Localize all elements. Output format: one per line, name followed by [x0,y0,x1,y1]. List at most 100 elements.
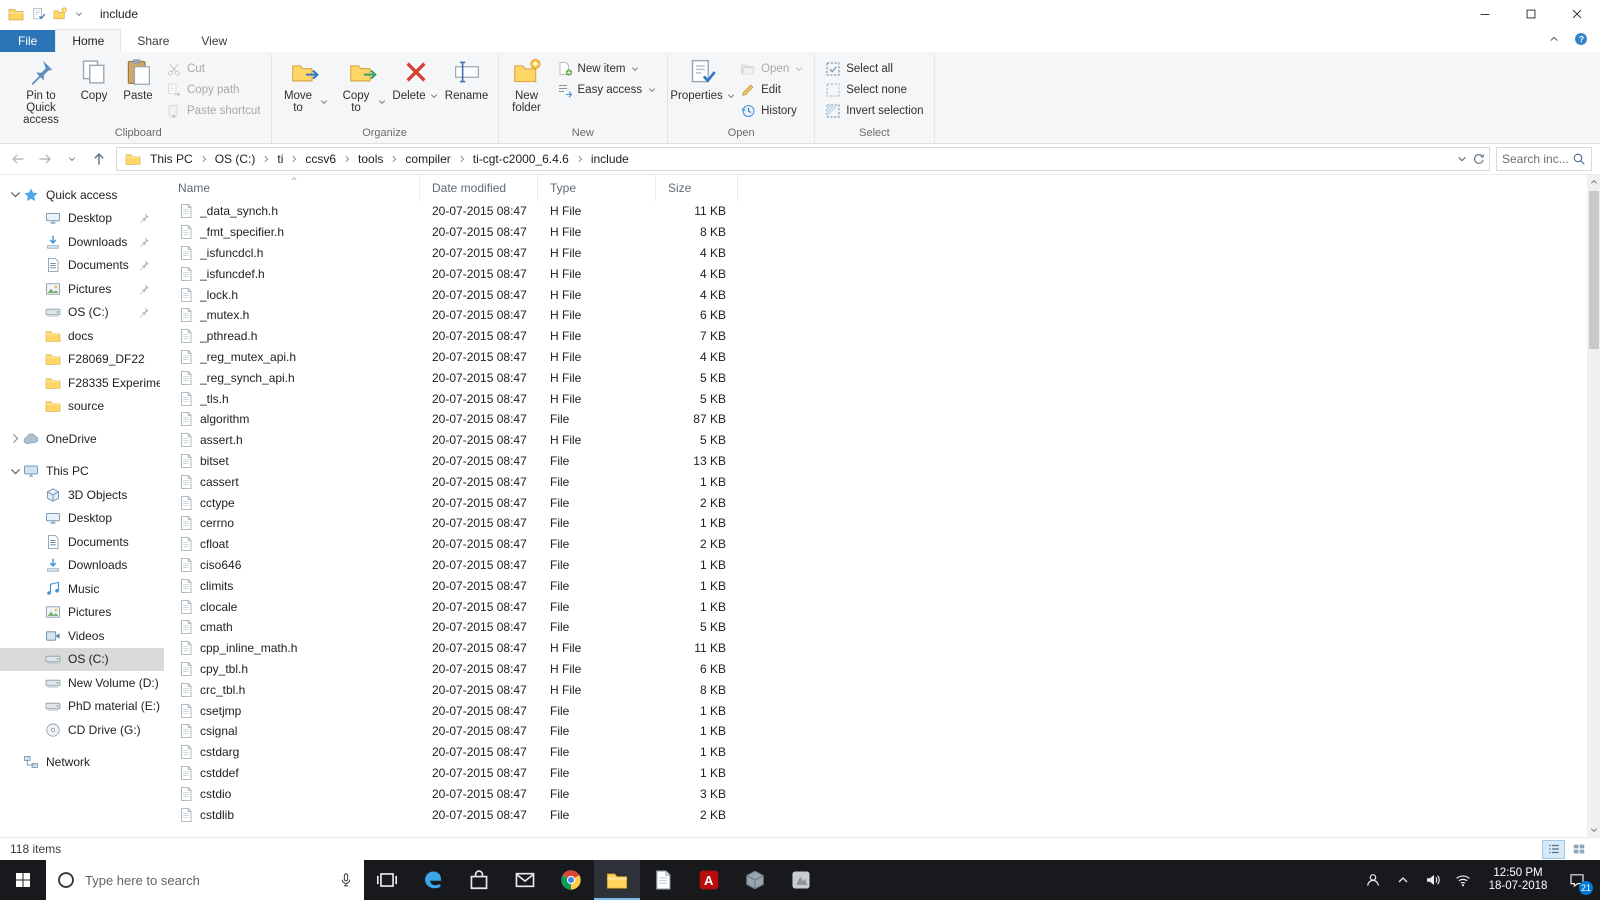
file-row-isfuncdef-h[interactable]: _isfuncdef.h 20-07-2015 08:47 H File 4 KB [168,263,1587,284]
taskbar-app-task-view[interactable] [364,860,410,900]
breadcrumb-item-ccsv6[interactable]: ccsv6 [300,152,341,166]
vertical-scrollbar[interactable] [1587,175,1600,837]
copy-path-button[interactable]: Copy path [160,79,267,100]
sidebar-item-desktop[interactable]: Desktop [0,507,164,531]
sidebar-item-f28335-experimenta[interactable]: F28335 Experimenta [0,371,164,395]
sidebar-item-pictures[interactable]: Pictures [0,277,164,301]
file-row-lock-h[interactable]: _lock.h 20-07-2015 08:47 H File 4 KB [168,284,1587,305]
qat-properties-icon[interactable] [32,7,46,21]
maximize-button[interactable] [1508,0,1554,28]
file-row-mutex-h[interactable]: _mutex.h 20-07-2015 08:47 H File 6 KB [168,305,1587,326]
sidebar-item-os-c[interactable]: OS (C:) [0,301,164,325]
file-row-data-synch-h[interactable]: _data_synch.h 20-07-2015 08:47 H File 11 KB [168,201,1587,222]
file-row-cpp-inline-math-h[interactable]: cpp_inline_math.h 20-07-2015 08:47 H File 1… [168,638,1587,659]
file-row-cstdarg[interactable]: cstdarg 20-07-2015 08:47 File 1 KB [168,742,1587,763]
file-row-tls-h[interactable]: _tls.h 20-07-2015 08:47 H File 5 KB [168,388,1587,409]
taskbar-app-3d-app[interactable] [732,860,778,900]
paste-button[interactable]: Paste [116,54,160,125]
file-row-reg-mutex-api-h[interactable]: _reg_mutex_api.h 20-07-2015 08:47 H File 4 … [168,347,1587,368]
close-button[interactable] [1554,0,1600,28]
sidebar-item-documents[interactable]: Documents [0,530,164,554]
thumbnails-view-button[interactable] [1567,840,1590,859]
file-row-isfuncdcl-h[interactable]: _isfuncdcl.h 20-07-2015 08:47 H File 4 KB [168,243,1587,264]
file-row-clocale[interactable]: clocale 20-07-2015 08:47 File 1 KB [168,596,1587,617]
tab-home[interactable]: Home [55,29,122,52]
pin-to-quick-access-button[interactable]: Pin to Quick access [10,54,72,126]
sidebar-item-f28069-df22[interactable]: F28069_DF22 [0,348,164,372]
breadcrumb-item-ti[interactable]: ti [272,152,288,166]
scrollbar-track[interactable] [1587,189,1600,823]
taskbar-app-chrome[interactable] [548,860,594,900]
chevron-right-icon[interactable] [8,432,23,446]
column-header-type[interactable]: Type [538,175,656,201]
search-input[interactable] [1502,152,1572,166]
sidebar-item-downloads[interactable]: Downloads [0,554,164,578]
sidebar-item-onedrive[interactable]: OneDrive [0,427,164,451]
recent-locations-button[interactable] [58,147,85,171]
up-button[interactable] [85,147,112,171]
file-row-cctype[interactable]: cctype 20-07-2015 08:47 File 2 KB [168,492,1587,513]
file-row-cassert[interactable]: cassert 20-07-2015 08:47 File 1 KB [168,471,1587,492]
file-row-csetjmp[interactable]: csetjmp 20-07-2015 08:47 File 1 KB [168,700,1587,721]
copy-to-button[interactable]: Copy to [334,54,392,125]
sidebar-item-docs[interactable]: docs [0,324,164,348]
select-none-button[interactable]: Select none [819,79,929,100]
edit-button[interactable]: Edit [734,79,810,100]
taskbar-app-file-explorer[interactable] [594,860,640,900]
tray-network-button[interactable] [1448,860,1478,900]
file-row-csignal[interactable]: csignal 20-07-2015 08:47 File 1 KB [168,721,1587,742]
taskbar-app-mail[interactable] [502,860,548,900]
taskbar-app-store[interactable] [456,860,502,900]
history-button[interactable]: History [734,100,810,121]
tray-volume-button[interactable] [1418,860,1448,900]
file-row-fmt-specifier-h[interactable]: _fmt_specifier.h 20-07-2015 08:47 H File 8 … [168,222,1587,243]
sidebar-item-os-c[interactable]: OS (C:) [0,647,164,671]
sidebar-item-quick-access[interactable]: Quick access [0,183,164,207]
file-row-reg-synch-api-h[interactable]: _reg_synch_api.h 20-07-2015 08:47 H File 5 … [168,367,1587,388]
taskbar-clock[interactable]: 12:50 PM 18-07-2018 [1480,867,1556,893]
open-button[interactable]: Open [734,58,810,79]
tab-view[interactable]: View [185,30,243,52]
delete-button[interactable]: Delete [392,54,440,125]
address-dropdown-icon[interactable] [1456,153,1468,165]
file-row-ciso646[interactable]: ciso646 20-07-2015 08:47 File 1 KB [168,555,1587,576]
ribbon-collapse-icon[interactable] [1548,33,1560,45]
forward-button[interactable] [31,147,58,171]
tab-file[interactable]: File [0,30,56,52]
column-header-name[interactable]: Name [168,175,420,201]
sidebar-item-downloads[interactable]: Downloads [0,230,164,254]
move-to-button[interactable]: Move to [276,54,334,125]
sidebar-item-network[interactable]: Network [0,751,164,775]
sidebar-item-3d-objects[interactable]: 3D Objects [0,483,164,507]
file-row-cstdlib[interactable]: cstdlib 20-07-2015 08:47 File 2 KB [168,804,1587,825]
cut-button[interactable]: Cut [160,58,267,79]
file-row-cerrno[interactable]: cerrno 20-07-2015 08:47 File 1 KB [168,513,1587,534]
file-row-cpy-tbl-h[interactable]: cpy_tbl.h 20-07-2015 08:47 H File 6 KB [168,659,1587,680]
taskbar-app-edge[interactable] [410,860,456,900]
invert-selection-button[interactable]: Invert selection [819,100,929,121]
details-view-button[interactable] [1542,839,1565,859]
sidebar-item-desktop[interactable]: Desktop [0,207,164,231]
sidebar-item-videos[interactable]: Videos [0,624,164,648]
rename-button[interactable]: Rename [440,54,494,125]
column-header-date-modified[interactable]: Date modified [420,175,538,201]
copy-button[interactable]: Copy [72,54,116,125]
breadcrumb-item-tools[interactable]: tools [353,152,388,166]
breadcrumb-item-os-c[interactable]: OS (C:) [210,152,261,166]
breadcrumb-item-include[interactable]: include [586,152,634,166]
file-row-assert-h[interactable]: assert.h 20-07-2015 08:47 H File 5 KB [168,430,1587,451]
sidebar-item-this-pc[interactable]: This PC [0,460,164,484]
breadcrumb-item-ti-cgt-c2000-6-4-6[interactable]: ti-cgt-c2000_6.4.6 [468,152,574,166]
refresh-icon[interactable] [1472,152,1486,166]
search-box[interactable] [1496,147,1592,171]
sidebar-item-cd-drive-g[interactable]: CD Drive (G:) [0,718,164,742]
chevron-down-icon[interactable] [8,188,23,202]
minimize-button[interactable] [1462,0,1508,28]
address-field[interactable]: This PC OS (C:) ti ccsv6 tools compiler ti-cgt… [116,147,1490,171]
back-button[interactable] [4,147,31,171]
qat-customize-chevron-icon[interactable] [74,9,84,19]
column-header-size[interactable]: Size [656,175,738,201]
scrollbar-thumb[interactable] [1588,191,1599,349]
breadcrumb-item-compiler[interactable]: compiler [400,152,455,166]
tab-share[interactable]: Share [121,30,185,52]
